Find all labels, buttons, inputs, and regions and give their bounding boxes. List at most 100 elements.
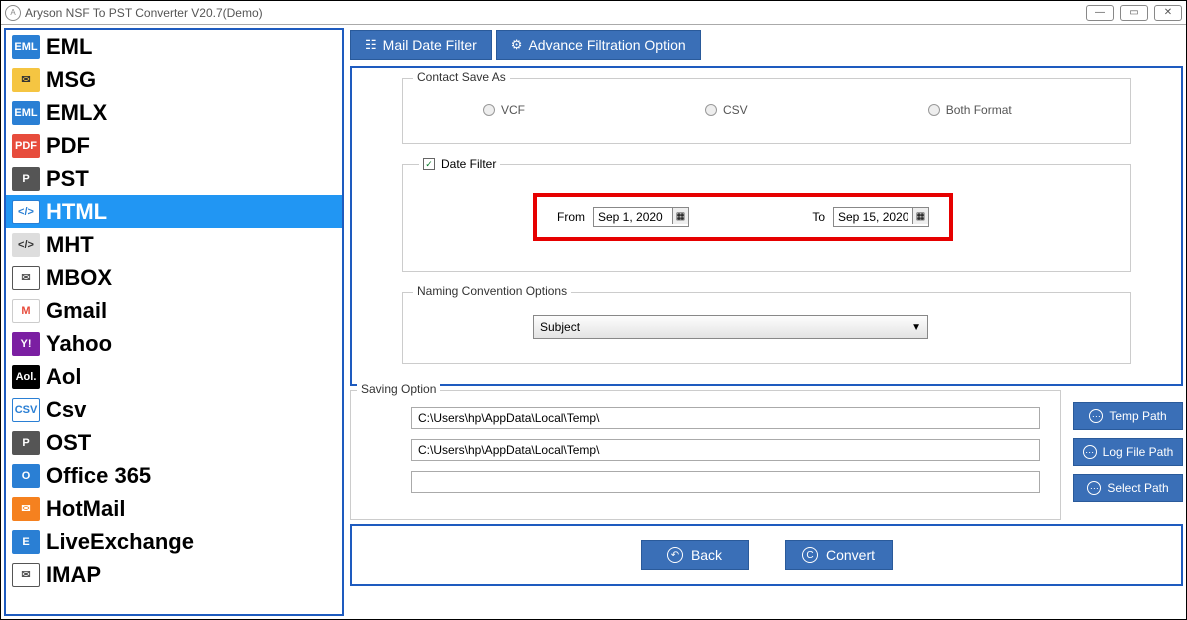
- sidebar-item-label: PST: [46, 166, 89, 192]
- footer-actions: ↶ Back C Convert: [350, 524, 1183, 586]
- button-label: Temp Path: [1109, 409, 1166, 423]
- sidebar-item-aol[interactable]: Aol.Aol: [6, 360, 342, 393]
- pdf-icon: PDF: [12, 134, 40, 158]
- radio-both-format[interactable]: Both Format: [928, 103, 1012, 117]
- group-title: Saving Option: [357, 382, 440, 396]
- radio-label: Both Format: [946, 103, 1012, 117]
- sidebar-item-label: Aol: [46, 364, 81, 390]
- convert-button[interactable]: C Convert: [785, 540, 893, 570]
- sidebar-item-gmail[interactable]: MGmail: [6, 294, 342, 327]
- radio-label: CSV: [723, 103, 748, 117]
- sidebar-item-label: MSG: [46, 67, 96, 93]
- sidebar-item-html[interactable]: </>HTML: [6, 195, 342, 228]
- sidebar-item-yahoo[interactable]: Y!Yahoo: [6, 327, 342, 360]
- radio-icon: [483, 104, 495, 116]
- sidebar-item-label: MHT: [46, 232, 94, 258]
- sidebar-item-pdf[interactable]: PDFPDF: [6, 129, 342, 162]
- temp-path-button[interactable]: ⋯ Temp Path: [1073, 402, 1183, 430]
- sidebar-item-label: Office 365: [46, 463, 151, 489]
- from-date-input[interactable]: [594, 208, 672, 226]
- sidebar-item-mbox[interactable]: ✉MBOX: [6, 261, 342, 294]
- select-path-button[interactable]: ⋯ Select Path: [1073, 474, 1183, 502]
- dropdown-selected: Subject: [540, 320, 580, 334]
- contact-save-group: Contact Save As VCF CSV Both Format: [402, 78, 1131, 144]
- eml-icon: EML: [12, 35, 40, 59]
- format-sidebar: EMLEML✉MSGEMLEMLXPDFPDFPPST</>HTML</>MHT…: [4, 28, 344, 616]
- sidebar-item-label: EMLX: [46, 100, 107, 126]
- button-label: Convert: [826, 547, 875, 563]
- sidebar-item-label: MBOX: [46, 265, 112, 291]
- office-365-icon: O: [12, 464, 40, 488]
- checkbox-label: Date Filter: [441, 157, 496, 171]
- date-filter-group: ✓ Date Filter From ▦ To: [402, 164, 1131, 272]
- csv-icon: CSV: [12, 398, 40, 422]
- convert-icon: C: [802, 547, 818, 563]
- window-title: Aryson NSF To PST Converter V20.7(Demo): [25, 6, 263, 20]
- sidebar-item-label: PDF: [46, 133, 90, 159]
- ellipsis-icon: ⋯: [1089, 409, 1103, 423]
- sidebar-item-csv[interactable]: CSVCsv: [6, 393, 342, 426]
- date-filter-checkbox[interactable]: ✓ Date Filter: [419, 157, 500, 171]
- maximize-button[interactable]: ▭: [1120, 5, 1148, 21]
- group-title: Naming Convention Options: [413, 284, 571, 298]
- close-button[interactable]: ✕: [1154, 5, 1182, 21]
- minimize-button[interactable]: —: [1086, 5, 1114, 21]
- checkbox-icon: ✓: [423, 158, 435, 170]
- calendar-picker-icon[interactable]: ▦: [912, 208, 928, 224]
- sidebar-item-label: HTML: [46, 199, 107, 225]
- sidebar-item-ost[interactable]: POST: [6, 426, 342, 459]
- filter-tabs: ☷ Mail Date Filter ⚙ Advance Filtration …: [350, 28, 1183, 62]
- liveexchange-icon: E: [12, 530, 40, 554]
- pst-icon: P: [12, 167, 40, 191]
- back-arrow-icon: ↶: [667, 547, 683, 563]
- tab-mail-date-filter[interactable]: ☷ Mail Date Filter: [350, 30, 492, 60]
- mht-icon: </>: [12, 233, 40, 257]
- calendar-picker-icon[interactable]: ▦: [672, 208, 688, 224]
- sidebar-item-liveexchange[interactable]: ELiveExchange: [6, 525, 342, 558]
- radio-icon: [705, 104, 717, 116]
- sidebar-item-label: Csv: [46, 397, 86, 423]
- temp-path-input[interactable]: [411, 407, 1040, 429]
- calendar-icon: ☷: [365, 37, 377, 53]
- back-button[interactable]: ↶ Back: [641, 540, 749, 570]
- naming-convention-dropdown[interactable]: Subject ▼: [533, 315, 928, 339]
- tab-label: Mail Date Filter: [383, 37, 477, 53]
- gmail-icon: M: [12, 299, 40, 323]
- sidebar-item-emlx[interactable]: EMLEMLX: [6, 96, 342, 129]
- from-label: From: [557, 210, 585, 224]
- sidebar-item-eml[interactable]: EMLEML: [6, 30, 342, 63]
- sidebar-item-office-365[interactable]: OOffice 365: [6, 459, 342, 492]
- sidebar-item-pst[interactable]: PPST: [6, 162, 342, 195]
- group-title: Contact Save As: [413, 70, 510, 84]
- tab-advance-filtration[interactable]: ⚙ Advance Filtration Option: [496, 30, 701, 60]
- sidebar-item-hotmail[interactable]: ✉HotMail: [6, 492, 342, 525]
- sidebar-item-label: Yahoo: [46, 331, 112, 357]
- app-icon: A: [5, 5, 21, 21]
- ellipsis-icon: ⋯: [1083, 445, 1097, 459]
- html-icon: </>: [12, 200, 40, 224]
- date-range-highlight: From ▦ To ▦: [533, 193, 953, 241]
- sidebar-item-imap[interactable]: ✉IMAP: [6, 558, 342, 591]
- saving-option-group: Saving Option: [350, 390, 1061, 520]
- sidebar-item-label: LiveExchange: [46, 529, 194, 555]
- sidebar-item-mht[interactable]: </>MHT: [6, 228, 342, 261]
- sidebar-item-msg[interactable]: ✉MSG: [6, 63, 342, 96]
- radio-vcf[interactable]: VCF: [483, 103, 525, 117]
- sidebar-item-label: OST: [46, 430, 91, 456]
- sidebar-item-label: HotMail: [46, 496, 125, 522]
- filter-icon: ⚙: [511, 37, 523, 53]
- to-label: To: [812, 210, 825, 224]
- msg-icon: ✉: [12, 68, 40, 92]
- log-file-path-button[interactable]: ⋯ Log File Path: [1073, 438, 1183, 466]
- sidebar-item-label: EML: [46, 34, 92, 60]
- chevron-down-icon: ▼: [911, 322, 921, 333]
- sidebar-item-label: Gmail: [46, 298, 107, 324]
- radio-csv[interactable]: CSV: [705, 103, 748, 117]
- to-date-input[interactable]: [834, 208, 912, 226]
- log-path-input[interactable]: [411, 439, 1040, 461]
- sidebar-item-label: IMAP: [46, 562, 101, 588]
- select-path-input[interactable]: [411, 471, 1040, 493]
- radio-icon: [928, 104, 940, 116]
- emlx-icon: EML: [12, 101, 40, 125]
- button-label: Select Path: [1107, 481, 1168, 495]
